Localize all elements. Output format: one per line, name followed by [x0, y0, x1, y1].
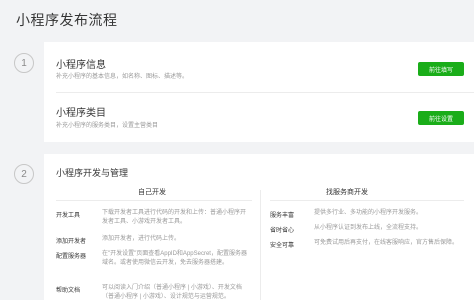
fill-info-button[interactable]: 前往填写 — [418, 62, 464, 76]
step-2-card: 小程序开发与管理 自己开发 找服务商开发 开发工具 下载开发者工具进行代码的开发… — [44, 154, 474, 300]
self-dev-heading: 自己开发 — [138, 189, 166, 196]
column-divider — [270, 200, 464, 201]
add-developer-label: 添加开发者 — [56, 239, 87, 245]
dev-tools-label: 开发工具 — [56, 213, 81, 219]
config-server-label: 配置服务器 — [56, 254, 87, 260]
step-number: 1 — [14, 53, 34, 73]
mini-program-category-title: 小程序类目 — [56, 108, 106, 119]
save-time-text: 从小程序认证到发布上线，全流程支持。 — [314, 225, 423, 231]
mini-program-info-desc: 补充小程序的基本信息，如名称、图标、描述等。 — [56, 74, 189, 80]
rich-services-label: 服务丰富 — [270, 213, 295, 219]
secure-reliable-text: 可免费试用后再支付，在线客服响应，官方售后保障。 — [314, 240, 459, 246]
provider-dev-heading: 找服务商开发 — [326, 189, 368, 196]
set-category-button[interactable]: 前往设置 — [418, 111, 464, 125]
step-number: 2 — [14, 164, 34, 184]
mini-program-info-title: 小程序信息 — [56, 60, 106, 71]
config-server-text: 在"开发设置"页面查看AppID和AppSecret，配置服务器域名。或者使用微… — [102, 251, 247, 266]
column-divider — [56, 200, 252, 201]
help-docs-label: 帮助文档 — [56, 288, 81, 294]
rich-services-text: 提供多行业、多功能的小程序开发服务。 — [314, 210, 423, 216]
row-divider — [56, 92, 474, 93]
section-title: 小程序开发与管理 — [56, 168, 129, 178]
help-docs-text: 可以阅读入门介绍（普通小程序 | 小游戏）、开发文档（普通小程序 | 小游戏）、… — [102, 285, 242, 300]
save-time-label: 省时省心 — [270, 228, 295, 234]
mini-program-category-desc: 补充小程序的服务类目，设置主营类目 — [56, 123, 159, 129]
dev-tools-text: 下载开发者工具进行代码的开发和上传：普通小程序开发者工具、小游戏开发者工具。 — [102, 210, 247, 225]
add-developer-text: 添加开发者，进行代码上传。 — [102, 236, 181, 242]
column-separator — [260, 190, 261, 300]
step-1-card: 小程序信息 补充小程序的基本信息，如名称、图标、描述等。 前往填写 小程序类目 … — [44, 42, 474, 142]
page-title: 小程序发布流程 — [16, 12, 118, 28]
secure-reliable-label: 安全可靠 — [270, 243, 295, 249]
